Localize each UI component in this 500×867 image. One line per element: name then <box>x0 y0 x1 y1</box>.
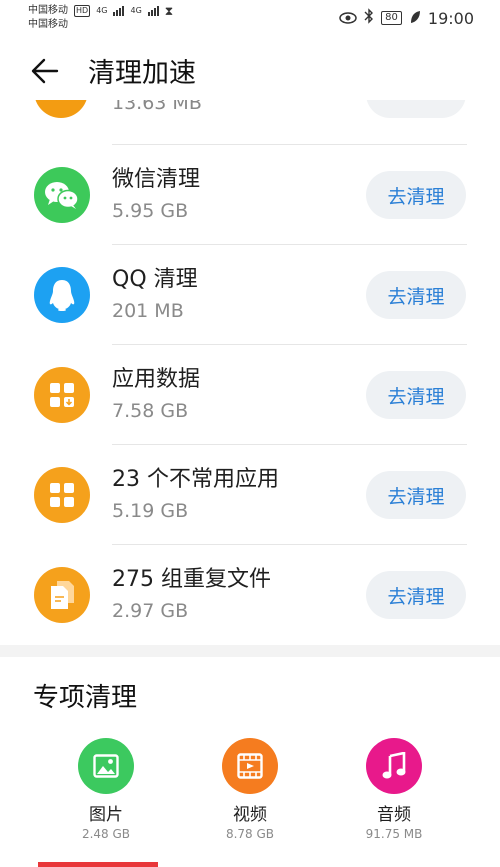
video-icon <box>222 738 278 794</box>
wechat-icon <box>34 167 90 223</box>
bottom-indicator <box>38 862 158 867</box>
section-title: 专项清理 <box>33 683 138 713</box>
hd-badge: HD <box>74 5 91 17</box>
page-title: 清理加速 <box>88 58 196 89</box>
image-icon <box>78 738 134 794</box>
special-item-images[interactable]: 图片 2.48 GB <box>46 738 166 842</box>
back-button[interactable] <box>30 56 70 92</box>
special-item-size: 91.75 MB <box>365 827 423 841</box>
clean-button[interactable]: 去清理 <box>366 471 466 519</box>
clean-button[interactable]: 去清理 <box>366 171 466 219</box>
special-item-label: 图片 <box>89 805 123 825</box>
section-separator <box>0 645 500 657</box>
item-name: 应用数据 <box>112 367 201 392</box>
special-item-audio[interactable]: 音频 91.75 MB <box>334 738 454 842</box>
clock-time: 19:00 <box>427 8 474 28</box>
item-size: 7.58 GB <box>112 400 189 422</box>
clean-button[interactable]: 去清理 <box>366 271 466 319</box>
special-item-videos[interactable]: 视频 8.78 GB <box>190 738 310 842</box>
eye-icon <box>339 9 357 28</box>
hourglass-icon: ⧗ <box>164 4 174 18</box>
status-bar: 中国移动 HD 4G 4G ⧗ 中国移动 80 19:00 <box>0 0 500 36</box>
leaf-icon <box>409 9 421 28</box>
item-size: 5.19 GB <box>112 500 189 522</box>
carrier-1: 中国移动 <box>28 5 68 16</box>
item-name: QQ 清理 <box>112 267 198 292</box>
duplicate-files-icon <box>34 567 90 623</box>
item-size: 5.95 GB <box>112 200 189 222</box>
app-data-icon <box>34 367 90 423</box>
apps-grid-icon <box>34 467 90 523</box>
network-type-1: 4G <box>96 6 108 15</box>
list-item-app-data: 应用数据 7.58 GB 去清理 <box>0 345 500 445</box>
item-name: 23 个不常用应用 <box>112 467 279 492</box>
special-item-size: 8.78 GB <box>225 827 275 841</box>
item-size: 2.97 GB <box>112 600 189 622</box>
special-item-label: 视频 <box>233 805 267 825</box>
list-item-qq: QQ 清理 201 MB 去清理 <box>0 245 500 345</box>
special-item-size: 2.48 GB <box>81 827 131 841</box>
clean-button[interactable]: 去清理 <box>366 371 466 419</box>
battery-level: 80 <box>381 11 402 25</box>
item-name: 微信清理 <box>112 167 201 192</box>
qq-penguin-icon <box>34 267 90 323</box>
list-item-wechat: 微信清理 5.95 GB 去清理 <box>0 145 500 245</box>
signal-icon <box>113 6 125 16</box>
cleanup-list: 13.63 MB 微信清理 5.95 GB 去清理 QQ 清理 201 MB 去… <box>0 100 500 645</box>
arrow-left-icon <box>31 58 59 84</box>
partial-list-item: 13.63 MB <box>0 100 500 145</box>
bluetooth-icon <box>364 8 374 28</box>
partial-item-icon <box>34 100 88 118</box>
item-size: 201 MB <box>112 300 184 322</box>
music-note-icon <box>366 738 422 794</box>
partial-item-size: 13.63 MB <box>112 100 202 114</box>
carrier-info: 中国移动 HD 4G 4G ⧗ 中国移动 <box>28 4 173 32</box>
clean-button[interactable]: 去清理 <box>366 571 466 619</box>
item-name: 275 组重复文件 <box>112 567 271 592</box>
signal-icon-2 <box>147 6 159 16</box>
carrier-2: 中国移动 <box>28 19 68 30</box>
list-item-unused-apps: 23 个不常用应用 5.19 GB 去清理 <box>0 445 500 545</box>
list-item-duplicate-files: 275 组重复文件 2.97 GB 去清理 <box>0 545 500 645</box>
partial-item-button[interactable] <box>366 100 466 118</box>
special-item-label: 音频 <box>377 805 411 825</box>
network-type-2: 4G <box>130 6 142 15</box>
